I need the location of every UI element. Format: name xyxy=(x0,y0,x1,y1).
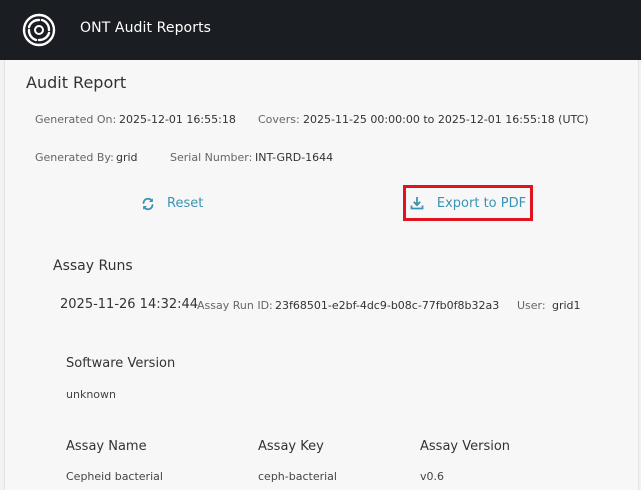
assay-name-cell: Cepheid bacterial xyxy=(66,470,163,483)
download-icon xyxy=(410,197,424,210)
assay-runs-title: Assay Runs xyxy=(53,258,133,274)
serial-number-value: INT-GRD-1644 xyxy=(255,151,334,164)
assay-run-user-label: User: xyxy=(517,299,546,312)
top-bar: ONT Audit Reports xyxy=(0,0,641,60)
column-header-assay-version: Assay Version xyxy=(420,439,511,454)
export-pdf-label: Export to PDF xyxy=(436,195,527,211)
app-title: ONT Audit Reports xyxy=(80,20,212,36)
assay-run-user-value: grid1 xyxy=(552,299,581,312)
covers-label: Covers: xyxy=(258,113,300,126)
export-pdf-button[interactable]: Export to PDF xyxy=(403,185,533,221)
software-version-value: unknown xyxy=(66,388,116,401)
assay-run-date: 2025-11-26 14:32:44 xyxy=(60,297,199,312)
generated-on-value: 2025-12-01 16:55:18 xyxy=(119,113,236,126)
serial-number-label: Serial Number: xyxy=(170,151,253,164)
generated-by-label: Generated By: xyxy=(35,151,114,164)
generated-by-value: grid xyxy=(116,151,138,164)
assay-run-id-label: Assay Run ID: xyxy=(197,299,273,312)
refresh-icon xyxy=(142,197,154,210)
reset-label: Reset xyxy=(167,196,204,211)
spiral-logo-icon xyxy=(22,13,56,47)
assay-key-cell: ceph-bacterial xyxy=(258,470,337,483)
assay-version-cell: v0.6 xyxy=(420,470,445,483)
generated-on-label: Generated On: xyxy=(35,113,117,126)
report-title: Audit Report xyxy=(26,73,127,92)
software-version-label: Software Version xyxy=(66,356,176,371)
covers-value: 2025-11-25 00:00:00 to 2025-12-01 16:55:… xyxy=(303,113,589,126)
assay-run-id-value: 23f68501-e2bf-4dc9-b08c-77fb0f8b32a3 xyxy=(275,299,500,312)
column-header-assay-key: Assay Key xyxy=(258,439,324,454)
reset-button[interactable]: Reset xyxy=(141,196,203,211)
column-header-assay-name: Assay Name xyxy=(66,439,147,454)
